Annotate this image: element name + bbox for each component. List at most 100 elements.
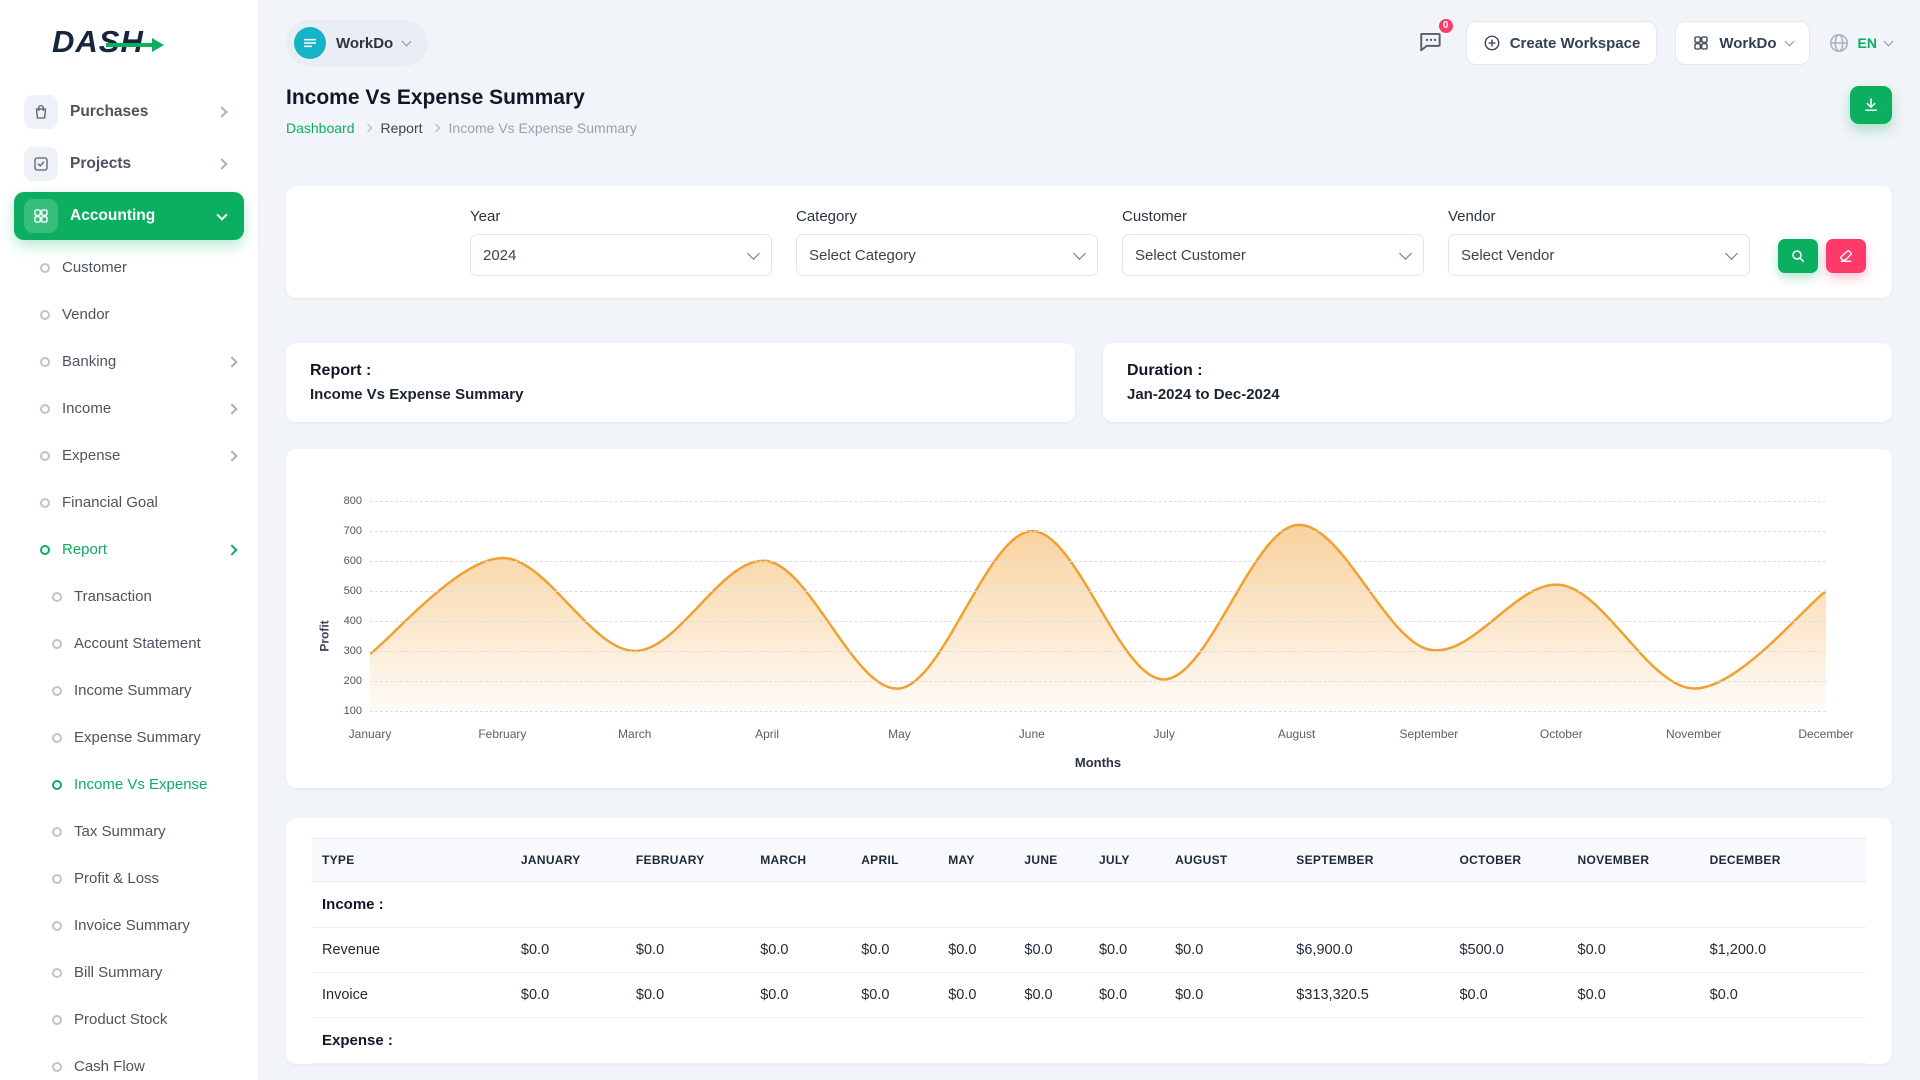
cell-value: $0.0	[626, 973, 750, 1018]
sidebar-item-expense[interactable]: Expense	[14, 432, 244, 479]
cell-value: $500.0	[1449, 928, 1567, 973]
sidebar-item-projects[interactable]: Projects	[14, 140, 244, 188]
x-tick-july: July	[1154, 727, 1175, 741]
y-tick: 100	[344, 705, 362, 717]
sidebar-item-report[interactable]: Report	[14, 526, 244, 573]
report-table-card: TYPEJANUARYFEBRUARYMARCHAPRILMAYJUNEJULY…	[286, 818, 1892, 1064]
chevron-right-icon	[431, 124, 439, 132]
workspace-switcher[interactable]: WorkDo	[286, 20, 428, 66]
y-tick: 300	[344, 645, 362, 657]
plot-column: JanuaryFebruaryMarchAprilMayJuneJulyAugu…	[370, 501, 1826, 770]
sidebar-item-financial-goal[interactable]: Financial Goal	[14, 479, 244, 526]
cell-value: $0.0	[1165, 928, 1286, 973]
area-chart-svg	[370, 501, 1826, 711]
x-tick-april: April	[755, 727, 779, 741]
chevron-right-icon	[363, 124, 371, 132]
sidebar-item-label: Report	[62, 541, 107, 558]
sidebar-item-label: Tax Summary	[74, 823, 166, 840]
x-tick-march: March	[618, 727, 651, 741]
table-body: Income :Revenue$0.0$0.0$0.0$0.0$0.0$0.0$…	[312, 882, 1866, 1064]
cell-value: $0.0	[851, 973, 938, 1018]
sidebar-item-cash-flow[interactable]: Cash Flow	[14, 1043, 244, 1080]
vendor-select[interactable]: Select Vendor	[1448, 234, 1750, 276]
sidebar-item-label: Income	[62, 400, 111, 417]
duration-card-value: Jan-2024 to Dec-2024	[1127, 386, 1868, 403]
language-selector[interactable]: EN	[1828, 32, 1892, 54]
sidebar-item-vendor[interactable]: Vendor	[14, 291, 244, 338]
year-select[interactable]: 2024	[470, 234, 772, 276]
y-tick: 600	[344, 555, 362, 567]
sidebar-item-label: Income Vs Expense	[74, 776, 207, 793]
circle-icon	[52, 874, 62, 884]
sidebar-item-label: Banking	[62, 353, 116, 370]
row-label: Invoice	[312, 973, 511, 1018]
cell-value: $0.0	[1568, 973, 1700, 1018]
sidebar-item-income-summary[interactable]: Income Summary	[14, 667, 244, 714]
sidebar-item-product-stock[interactable]: Product Stock	[14, 996, 244, 1043]
circle-icon	[52, 1062, 62, 1072]
breadcrumb-item-dashboard[interactable]: Dashboard	[286, 120, 355, 136]
filter-field-customer: CustomerSelect Customer	[1122, 208, 1424, 276]
sidebar: DASH Purchases ProjectsAccountingCustomer…	[0, 0, 258, 1080]
notification-badge: 0	[1437, 17, 1455, 35]
cell-value: $0.0	[1089, 928, 1165, 973]
apply-filter-button[interactable]	[1778, 239, 1818, 273]
breadcrumb-item-income-vs-expense-summary: Income Vs Expense Summary	[449, 120, 637, 136]
workspace-menu-button[interactable]: WorkDo	[1675, 21, 1809, 65]
grid-icon	[1692, 34, 1710, 52]
reset-filter-button[interactable]	[1826, 239, 1866, 273]
sidebar-item-income-vs-expense[interactable]: Income Vs Expense	[14, 761, 244, 808]
sidebar-item-income[interactable]: Income	[14, 385, 244, 432]
sidebar-item-purchases[interactable]: Purchases	[14, 88, 244, 136]
column-header-may: MAY	[938, 839, 1014, 882]
table-row-income: Income :	[312, 882, 1866, 928]
year-select-wrap: 2024	[470, 234, 772, 276]
app-logo[interactable]: DASH	[14, 0, 244, 84]
duration-card: Duration : Jan-2024 to Dec-2024	[1103, 343, 1892, 422]
circle-icon	[40, 498, 50, 508]
sidebar-item-accounting[interactable]: Accounting	[14, 192, 244, 240]
sidebar-item-banking[interactable]: Banking	[14, 338, 244, 385]
x-tick-may: May	[888, 727, 911, 741]
sidebar-item-customer[interactable]: Customer	[14, 244, 244, 291]
column-header-april: APRIL	[851, 839, 938, 882]
chevron-down-icon	[1884, 37, 1894, 47]
sidebar-item-account-statement[interactable]: Account Statement	[14, 620, 244, 667]
download-icon	[1862, 96, 1880, 114]
sidebar-item-expense-summary[interactable]: Expense Summary	[14, 714, 244, 761]
chevron-right-icon	[216, 158, 227, 169]
workspace-name: WorkDo	[336, 35, 393, 52]
sidebar-item-label: Product Stock	[74, 1011, 167, 1028]
create-workspace-button[interactable]: Create Workspace	[1466, 21, 1658, 65]
workspace-logo-icon	[294, 27, 326, 59]
download-button[interactable]	[1850, 86, 1892, 124]
category-select[interactable]: Select Category	[796, 234, 1098, 276]
customer-select-wrap: Select Customer	[1122, 234, 1424, 276]
sidebar-item-transaction[interactable]: Transaction	[14, 573, 244, 620]
plus-circle-icon	[1483, 34, 1501, 52]
messages-button[interactable]: 0	[1414, 24, 1448, 63]
column-header-june: JUNE	[1014, 839, 1089, 882]
cell-value: $0.0	[1014, 973, 1089, 1018]
duration-card-title: Duration :	[1127, 362, 1868, 380]
x-tick-october: October	[1540, 727, 1583, 741]
logo-arrow-icon	[106, 38, 164, 57]
filter-card: Year2024CategorySelect CategoryCustomerS…	[286, 186, 1892, 298]
y-tick: 400	[344, 615, 362, 627]
sidebar-item-invoice-summary[interactable]: Invoice Summary	[14, 902, 244, 949]
sidebar-item-tax-summary[interactable]: Tax Summary	[14, 808, 244, 855]
sidebar-item-bill-summary[interactable]: Bill Summary	[14, 949, 244, 996]
x-tick-december: December	[1798, 727, 1853, 741]
breadcrumb-item-report[interactable]: Report	[381, 120, 423, 136]
column-header-type: TYPE	[312, 839, 511, 882]
gridline	[370, 501, 1826, 502]
cell-value: $1,200.0	[1700, 928, 1866, 973]
sidebar-item-label: Purchases	[70, 103, 148, 121]
sidebar-item-profit-loss[interactable]: Profit & Loss	[14, 855, 244, 902]
column-header-july: JULY	[1089, 839, 1165, 882]
cell-value: $0.0	[511, 928, 626, 973]
circle-icon	[40, 263, 50, 273]
cell-value: $0.0	[1089, 973, 1165, 1018]
sidebar-item-label: Bill Summary	[74, 964, 162, 981]
customer-select[interactable]: Select Customer	[1122, 234, 1424, 276]
